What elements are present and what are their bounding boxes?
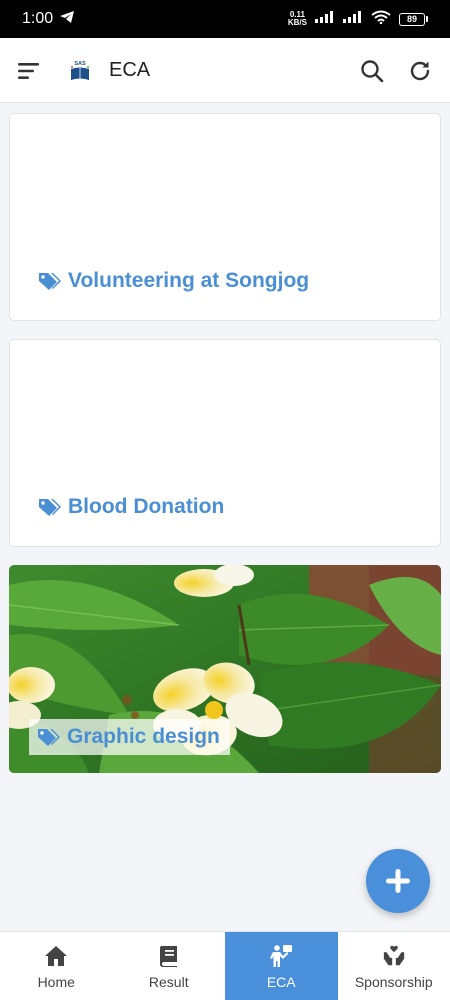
- card-label: Blood Donation: [36, 492, 228, 522]
- card-title: Volunteering at Songjog: [68, 269, 310, 292]
- nav-item-home[interactable]: Home: [0, 932, 113, 1000]
- nav-item-sponsorship[interactable]: Sponsorship: [338, 932, 450, 1000]
- card-title: Graphic design: [67, 725, 220, 748]
- add-button[interactable]: [366, 849, 430, 913]
- tag-icon: [39, 273, 61, 290]
- hands-donate-icon: [382, 944, 406, 968]
- status-time: 1:00: [22, 10, 54, 27]
- person-presenting-icon: [269, 944, 293, 968]
- nav-item-result[interactable]: Result: [113, 932, 226, 1000]
- app-bar: SAS ECA: [0, 38, 450, 103]
- eca-card[interactable]: Volunteering at Songjog: [9, 113, 441, 321]
- tag-icon: [38, 729, 60, 746]
- nav-label: Result: [148, 973, 189, 990]
- status-left: 1:00: [22, 10, 75, 29]
- telegram-icon: [59, 10, 75, 29]
- card-label: Volunteering at Songjog: [36, 266, 313, 296]
- card-label: Graphic design: [29, 719, 230, 755]
- wifi-icon: [371, 10, 391, 29]
- nav-label: ECA: [266, 973, 296, 990]
- app-logo: SAS: [67, 58, 93, 84]
- home-icon: [44, 944, 68, 968]
- plus-icon: [386, 869, 410, 893]
- nav-item-eca[interactable]: ECA: [225, 932, 338, 1000]
- page-title: ECA: [109, 59, 151, 81]
- svg-text:SAS: SAS: [74, 61, 86, 67]
- signal-icon: [343, 10, 363, 28]
- status-right: 0.11 KB/S 89: [288, 10, 428, 29]
- network-speed: 0.11 KB/S: [288, 11, 307, 27]
- search-icon: [361, 60, 384, 83]
- signal-icon: [315, 10, 335, 28]
- tag-icon: [39, 499, 61, 516]
- search-button[interactable]: [357, 56, 387, 86]
- bottom-nav: Home Result ECA Sponsorship: [0, 931, 450, 1000]
- eca-card[interactable]: Graphic design: [9, 565, 441, 773]
- refresh-button[interactable]: [405, 56, 435, 86]
- battery-level: 89: [399, 12, 425, 26]
- nav-label: Sponsorship: [354, 973, 433, 990]
- menu-icon: [18, 63, 39, 79]
- refresh-icon: [410, 61, 430, 81]
- eca-card[interactable]: Blood Donation: [9, 339, 441, 547]
- card-title: Blood Donation: [68, 495, 225, 518]
- book-icon: [157, 944, 181, 968]
- nav-label: Home: [37, 973, 75, 990]
- network-speed-unit: KB/S: [287, 18, 307, 27]
- status-bar: 1:00 0.11 KB/S 89: [0, 0, 450, 38]
- menu-button[interactable]: [14, 56, 44, 86]
- battery-icon: 89: [399, 12, 428, 26]
